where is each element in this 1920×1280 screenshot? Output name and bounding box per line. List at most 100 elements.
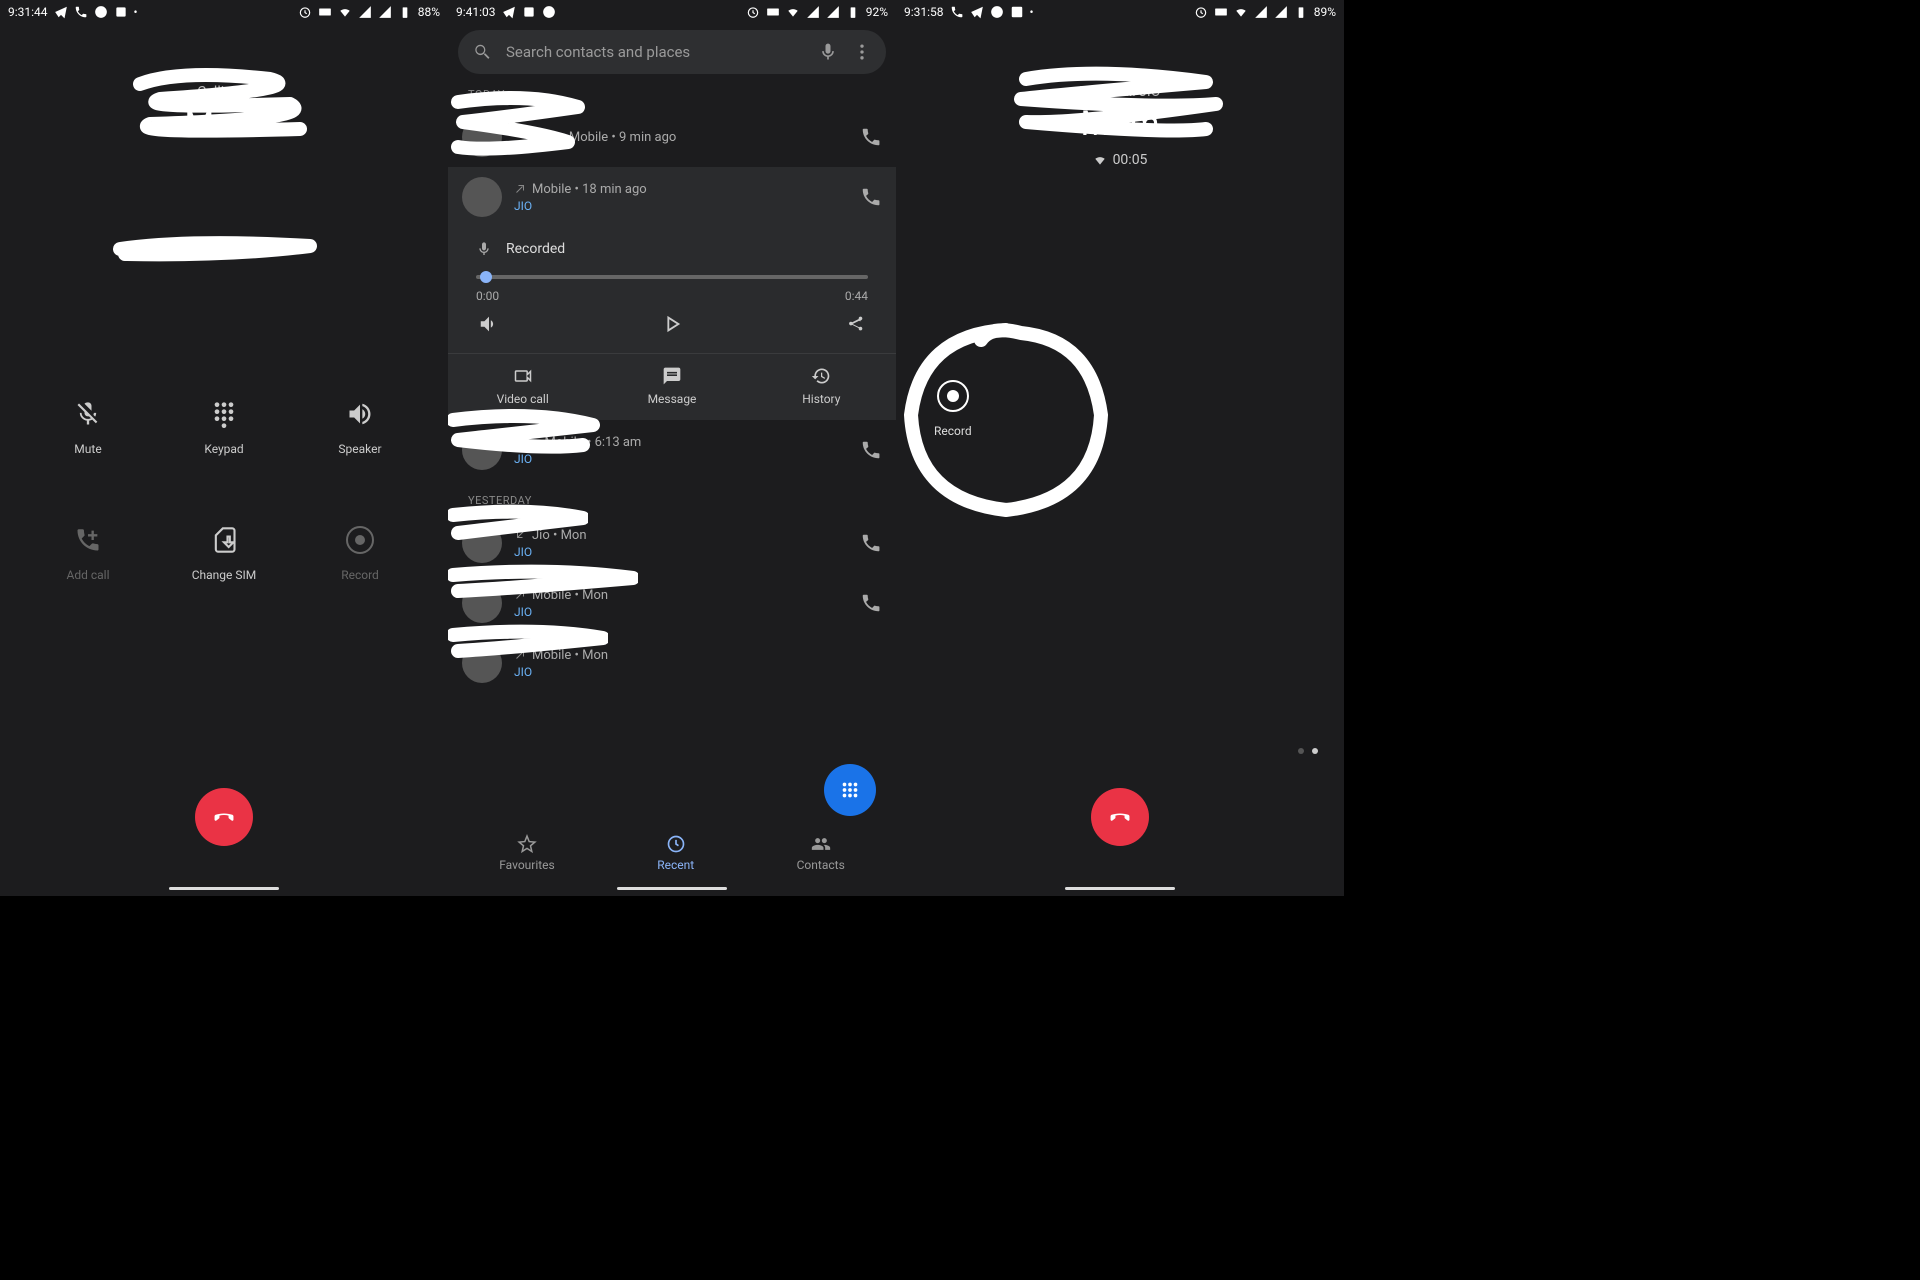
call-icon[interactable] <box>860 126 882 148</box>
status-time: 9:31:58 <box>904 5 944 19</box>
search-placeholder: Search contacts and places <box>506 43 804 61</box>
redaction-scribble-2 <box>110 234 320 268</box>
change-sim-label: Change SIM <box>192 568 257 582</box>
signal-icon <box>358 5 372 19</box>
nav-recent[interactable]: Recent <box>657 834 694 872</box>
share-icon[interactable] <box>844 313 866 335</box>
nav-favourites[interactable]: Favourites <box>499 834 555 872</box>
keypad-button[interactable]: Keypad <box>156 400 292 456</box>
page-dot-active <box>1312 748 1318 754</box>
recent-row[interactable]: XXXXXX Mobile • 9 min ago <box>448 107 896 167</box>
keypad-label: Keypad <box>204 442 243 456</box>
contacts-icon <box>811 834 831 854</box>
search-bar[interactable]: Search contacts and places <box>458 30 886 74</box>
battery-icon <box>846 5 860 19</box>
status-time: 9:41:03 <box>456 5 496 19</box>
telegram-icon <box>502 5 516 19</box>
mute-button[interactable]: Mute <box>20 400 156 456</box>
telegram-icon <box>54 5 68 19</box>
call-header: Wi-Fi call JIO Mom 00:05 <box>896 84 1344 168</box>
signal-icon-2 <box>826 5 840 19</box>
battery-percent: 88% <box>418 5 440 19</box>
redaction-scribble <box>448 623 608 667</box>
alarm-icon <box>746 5 760 19</box>
row-tag: JIO <box>514 199 848 213</box>
search-icon <box>472 42 492 62</box>
redaction-scribble <box>448 503 588 552</box>
play-icon[interactable] <box>661 313 683 335</box>
screen-calling: 9:31:44 • 88% Calling... Mom <box>0 0 448 896</box>
mic-icon <box>476 241 492 257</box>
recent-row[interactable]: Mobile • Mon JIO <box>448 633 896 693</box>
rec-end: 0:44 <box>845 289 868 303</box>
nav-contacts[interactable]: Contacts <box>797 834 845 872</box>
volume-icon[interactable] <box>478 313 500 335</box>
call-icon[interactable] <box>860 592 882 614</box>
history-icon <box>811 366 831 386</box>
wifi-icon <box>1234 5 1248 19</box>
speaker-button[interactable]: Speaker <box>292 400 428 456</box>
hangup-icon <box>210 803 238 831</box>
record-icon <box>346 526 374 554</box>
record-label: Record <box>341 568 379 582</box>
volte-icon <box>766 5 780 19</box>
image-icon <box>1010 5 1024 19</box>
call-actions-grid: Mute Keypad Speaker Add call Change SIM … <box>0 400 448 582</box>
outgoing-icon <box>514 183 526 195</box>
annotation-circle <box>896 315 1121 529</box>
call-icon[interactable] <box>860 186 882 208</box>
change-sim-button[interactable]: Change SIM <box>156 526 292 582</box>
sim-icon <box>210 526 238 554</box>
history-button[interactable]: History <box>747 354 896 420</box>
alarm-icon <box>1194 5 1208 19</box>
avatar <box>462 177 502 217</box>
recent-row[interactable]: XXXMobile • 6:13 am JIO <box>448 420 896 480</box>
status-time: 9:31:44 <box>8 5 48 19</box>
screenshot-icon <box>522 5 536 19</box>
record-button[interactable]: Record <box>292 526 428 582</box>
hangup-icon <box>1106 803 1134 831</box>
screenshot-icon <box>114 5 128 19</box>
call-icon[interactable] <box>860 439 882 461</box>
video-icon <box>513 366 533 386</box>
mute-label: Mute <box>74 442 101 456</box>
dialpad-icon <box>210 400 238 428</box>
message-button[interactable]: Message <box>597 354 746 420</box>
recording-slider[interactable] <box>476 275 868 279</box>
message-icon <box>662 366 682 386</box>
redaction-scribble <box>120 64 330 168</box>
status-bar: 9:31:58 • 89% <box>896 0 1344 24</box>
telegram-icon <box>970 5 984 19</box>
volte-icon <box>1214 5 1228 19</box>
speaker-label: Speaker <box>338 442 381 456</box>
app-icon <box>542 5 556 19</box>
signal-icon-2 <box>1274 5 1288 19</box>
add-call-button[interactable]: Add call <box>20 526 156 582</box>
alarm-icon <box>298 5 312 19</box>
redaction-scribble <box>448 87 588 171</box>
rec-start: 0:00 <box>476 289 499 303</box>
dialpad-fab[interactable] <box>824 764 876 816</box>
add-call-icon <box>74 526 102 554</box>
hangup-button[interactable] <box>195 788 253 846</box>
overflow-icon[interactable] <box>852 42 872 62</box>
redaction-scribble <box>1006 64 1226 158</box>
nav-pill[interactable] <box>1065 887 1175 890</box>
battery-percent: 89% <box>1314 5 1336 19</box>
nav-pill[interactable] <box>169 887 279 890</box>
slider-thumb[interactable] <box>480 271 492 283</box>
hangup-button[interactable] <box>1091 788 1149 846</box>
phone-status-icon <box>74 5 88 19</box>
recording-block: Recorded 0:00 0:44 <box>448 227 896 353</box>
mic-icon[interactable] <box>818 42 838 62</box>
call-header: Calling... Mom <box>0 84 448 144</box>
redaction-scribble <box>448 405 603 464</box>
call-icon[interactable] <box>860 532 882 554</box>
redaction-scribble <box>448 563 638 607</box>
star-icon <box>517 834 537 854</box>
row-meta: Mobile • 18 min ago <box>532 182 647 197</box>
recent-row-expanded[interactable]: Mobile • 18 min ago JIO <box>448 167 896 227</box>
dialpad-icon <box>839 779 861 801</box>
nav-pill[interactable] <box>617 887 727 890</box>
more-dot: • <box>134 5 138 19</box>
